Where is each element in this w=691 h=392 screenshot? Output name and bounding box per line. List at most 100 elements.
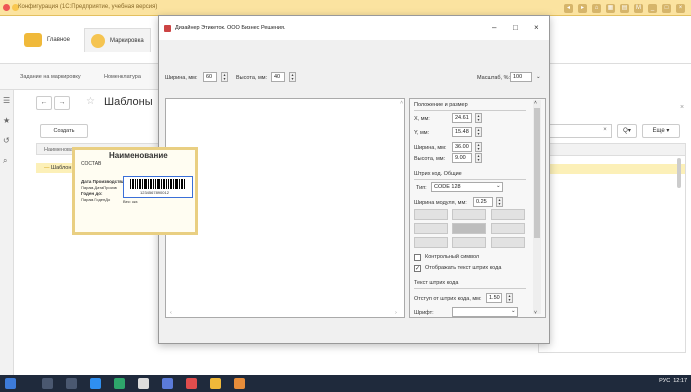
list-scrollbar[interactable] <box>677 158 681 188</box>
width-prop-input[interactable]: 36.00 <box>452 142 472 152</box>
label-heading[interactable]: Наименование <box>109 151 168 160</box>
close-icon[interactable]: × <box>676 3 685 13</box>
restore-icon[interactable]: □ <box>662 3 671 13</box>
height-prop-spinner[interactable]: ▴ ▾ <box>475 153 482 163</box>
x-input[interactable]: 24.61 <box>452 113 472 123</box>
clock[interactable]: 12:17 <box>673 378 687 384</box>
width-label: Ширина, мм: <box>165 75 198 81</box>
scroll-right-icon[interactable]: › <box>395 310 397 316</box>
start-icon[interactable] <box>5 378 16 389</box>
width-prop-spinner[interactable]: ▴ ▾ <box>475 142 482 152</box>
align-button[interactable] <box>491 237 525 248</box>
calc-icon[interactable]: ▦ <box>606 3 615 13</box>
label-extra-field[interactable]: Вес: ккз <box>123 199 138 204</box>
lang-indicator[interactable]: РУС <box>659 378 670 384</box>
height-spinner[interactable]: ▴ ▾ <box>289 72 296 82</box>
app-icon[interactable] <box>162 378 173 389</box>
barcode-element[interactable]: 1234567890012 <box>123 176 193 198</box>
history-icon[interactable]: ↺ <box>3 136 10 145</box>
align-button[interactable] <box>452 237 486 248</box>
align-button[interactable] <box>452 209 486 220</box>
edge-icon[interactable] <box>90 378 101 389</box>
scroll-up-icon[interactable]: ˄ <box>534 100 537 106</box>
menu-icon[interactable]: ☰ <box>3 96 10 105</box>
align-button[interactable] <box>414 237 448 248</box>
search-icon[interactable]: ⌕ <box>3 156 7 166</box>
font-select[interactable] <box>452 307 518 317</box>
memory-icon[interactable]: M <box>634 3 643 13</box>
label-composition[interactable]: СОСТАВ <box>81 161 101 167</box>
x-spinner[interactable]: ▴ ▾ <box>475 113 482 123</box>
align-button[interactable] <box>414 223 448 234</box>
control-symbol-label: Контрольный символ <box>425 254 480 260</box>
offset-spinner[interactable]: ▴ ▾ <box>506 293 513 303</box>
label-prod-date-param[interactable]: Парам.ДатаПроизв <box>81 185 117 190</box>
align-button[interactable] <box>491 209 525 220</box>
calendar-icon[interactable]: ▤ <box>620 3 629 13</box>
height-prop-input[interactable]: 9.00 <box>452 153 472 163</box>
width-spinner[interactable]: ▴ ▾ <box>221 72 228 82</box>
label-prod-date[interactable]: Дата Производства <box>81 179 125 184</box>
app-icon[interactable] <box>114 378 125 389</box>
scroll-down-icon[interactable]: ˅ <box>534 310 537 316</box>
home-icon[interactable]: ⌂ <box>592 3 601 13</box>
offset-input[interactable]: 1.50 <box>486 293 502 303</box>
module-width-spinner[interactable]: ▴ ▾ <box>496 197 503 207</box>
app-icon[interactable] <box>234 378 245 389</box>
design-canvas[interactable] <box>165 98 405 318</box>
scale-select[interactable]: 100 <box>510 72 532 82</box>
more-button[interactable]: Еще ▾ <box>642 124 680 138</box>
y-label: Y, мм: <box>414 130 430 136</box>
close-form-icon[interactable]: × <box>680 104 684 111</box>
back-button[interactable]: ← <box>36 96 52 110</box>
app-icon[interactable] <box>186 378 197 389</box>
control-symbol-checkbox[interactable] <box>414 254 421 261</box>
maximize-button[interactable]: □ <box>513 23 518 32</box>
1c-app-icon[interactable] <box>210 378 221 389</box>
create-button[interactable]: Создать <box>40 124 88 138</box>
taskview-icon[interactable] <box>66 378 77 389</box>
show-text-checkbox[interactable]: ✓ <box>414 265 421 272</box>
app-icon[interactable] <box>138 378 149 389</box>
align-button[interactable] <box>491 223 525 234</box>
nav-icon[interactable]: ▸ <box>578 3 587 13</box>
label-preview[interactable]: Наименование СОСТАВ Дата Производства Па… <box>72 147 198 235</box>
chevron-down-icon[interactable]: ⌄ <box>496 183 501 189</box>
chevron-down-icon[interactable]: ⌄ <box>511 308 516 314</box>
section-marking[interactable]: Маркировка <box>84 28 151 52</box>
nav-icon[interactable]: ◂ <box>564 3 573 13</box>
align-button[interactable] <box>452 223 486 234</box>
barcode-icon <box>130 179 185 189</box>
y-spinner[interactable]: ▴ ▾ <box>475 127 482 137</box>
scroll-up-icon[interactable]: ˄ <box>400 100 403 106</box>
forward-button[interactable]: → <box>54 96 70 110</box>
height-input[interactable]: 40 <box>271 72 285 82</box>
scroll-left-icon[interactable]: ‹ <box>170 310 172 316</box>
main-section-icon <box>24 33 42 47</box>
open-tab-task[interactable]: Задание на маркировку <box>20 74 81 80</box>
module-width-input[interactable]: 0.25 <box>473 197 493 207</box>
label-valid-param[interactable]: Парам.ГоденДо <box>81 197 110 202</box>
chevron-down-icon[interactable]: ⌄ <box>536 74 541 80</box>
show-text-label: Отображать текст штрих кода <box>425 265 502 271</box>
open-tab-nomenclature[interactable]: Номенклатура <box>104 74 141 80</box>
properties-scrollbar[interactable] <box>533 100 541 314</box>
section-main[interactable]: Главное <box>18 28 76 52</box>
align-button[interactable] <box>414 209 448 220</box>
width-input[interactable]: 60 <box>203 72 217 82</box>
close-button[interactable]: × <box>534 23 539 32</box>
height-label: Высота, мм: <box>236 75 268 81</box>
y-input[interactable]: 15.48 <box>452 127 472 137</box>
favorite-star-icon[interactable]: ☆ <box>86 96 95 107</box>
favorites-icon[interactable]: ★ <box>3 116 10 125</box>
search-icon[interactable] <box>42 378 53 389</box>
minimize-icon[interactable]: _ <box>648 3 657 13</box>
scale-label: Масштаб, %: <box>477 75 511 81</box>
clear-search-icon[interactable]: × <box>599 124 611 138</box>
label-valid-until[interactable]: Годен до: <box>81 191 102 196</box>
search-button[interactable]: Q▾ <box>617 124 637 138</box>
barcode-type-select[interactable]: CODE 128 <box>431 182 503 192</box>
row-marker-icon: — <box>44 165 52 171</box>
designer-app-icon <box>164 25 171 32</box>
minimize-button[interactable]: – <box>492 23 496 32</box>
